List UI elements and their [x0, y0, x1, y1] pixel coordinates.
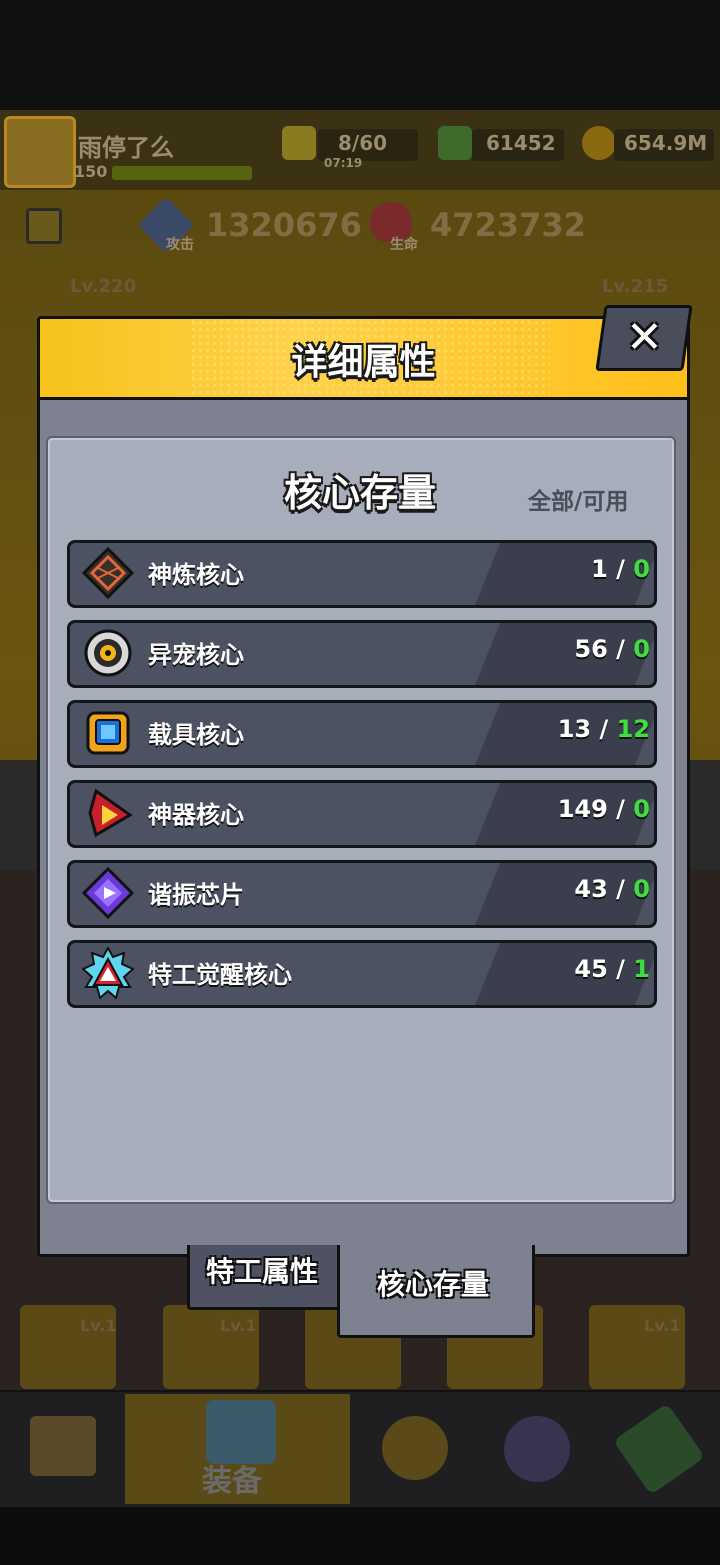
nav-equipment-label: 装备 — [202, 1464, 262, 1499]
equip-card-level: Lv.1 — [220, 1316, 257, 1335]
core-row-artifact: 神器核心 149 / 0 — [67, 780, 657, 848]
shop-icon — [30, 1416, 96, 1476]
hp-label: 生命 — [390, 237, 418, 253]
player-name: 雨停了么 — [78, 134, 174, 162]
energy-icon — [282, 126, 316, 160]
player-avatar[interactable] — [4, 116, 76, 188]
menu-icon[interactable] — [26, 208, 62, 244]
core-row-agent-awaken: 特工觉醒核心 45 / 1 — [67, 940, 657, 1008]
core-row-label: 神器核心 — [148, 801, 244, 829]
core-row-label: 特工觉醒核心 — [148, 961, 292, 989]
equip-card-level: Lv.1 — [644, 1316, 681, 1335]
system-bar — [0, 1507, 720, 1565]
forge-core-icon — [82, 547, 134, 599]
pet-core-icon — [84, 629, 132, 677]
nav-gene[interactable] — [604, 1400, 714, 1500]
gold-icon — [582, 126, 616, 160]
core-row-count: 149 / 0 — [557, 795, 650, 823]
core-row-count: 1 / 0 — [591, 555, 650, 583]
gem-icon — [438, 126, 472, 160]
nav-shop[interactable] — [8, 1400, 118, 1500]
core-row-count: 13 / 12 — [557, 715, 650, 743]
vehicle-core-icon — [86, 711, 130, 755]
core-row-resonance: 谐振芯片 43 / 0 — [67, 860, 657, 928]
xp-bar — [112, 166, 252, 180]
gem-value: 61452 — [486, 131, 556, 155]
tab-core-stock-label: 核心存量 — [376, 1268, 489, 1301]
nav-pets[interactable] — [482, 1400, 592, 1500]
tab-agent-attributes-label: 特工属性 — [205, 1255, 318, 1288]
attack-value: 1320676 — [206, 206, 362, 244]
right-slot-level: Lv.215 — [602, 276, 669, 297]
close-button[interactable]: ✕ — [595, 305, 693, 371]
energy-value: 8/60 — [338, 131, 388, 155]
agent-awaken-core-icon — [82, 947, 134, 999]
core-row-label: 载具核心 — [148, 721, 244, 749]
artifact-core-icon — [88, 788, 133, 838]
core-row-label: 异宠核心 — [148, 641, 244, 669]
dialog-title: 详细属性 — [291, 342, 436, 383]
resonance-chip-icon — [82, 867, 134, 919]
gold-value: 654.9M — [624, 131, 708, 155]
core-row-pet: 异宠核心 56 / 0 — [67, 620, 657, 688]
core-row-count: 43 / 0 — [574, 875, 650, 903]
player-level: 150 — [74, 162, 108, 181]
equipment-icon — [206, 1400, 276, 1464]
hp-value: 4723732 — [430, 206, 586, 244]
dialog-header: 详细属性 — [40, 319, 687, 400]
core-row-label: 谐振芯片 — [148, 881, 244, 909]
core-row-count: 56 / 0 — [574, 635, 650, 663]
dna-icon — [613, 1403, 705, 1495]
core-row-count: 45 / 1 — [574, 955, 650, 983]
star-orb-icon — [504, 1416, 570, 1482]
left-slot-level: Lv.220 — [70, 276, 137, 297]
star-swords-icon — [382, 1416, 448, 1480]
core-row-forge: 神炼核心 1 / 0 — [67, 540, 657, 608]
panel-column-hint: 全部/可用 — [528, 489, 629, 515]
attack-label: 攻击 — [166, 237, 194, 253]
core-row-label: 神炼核心 — [148, 561, 244, 589]
nav-heroes[interactable] — [360, 1400, 470, 1500]
core-row-vehicle: 载具核心 13 / 12 — [67, 700, 657, 768]
energy-timer: 07:19 — [324, 156, 363, 170]
close-icon: ✕ — [625, 312, 663, 363]
equip-card-level: Lv.1 — [80, 1316, 117, 1335]
